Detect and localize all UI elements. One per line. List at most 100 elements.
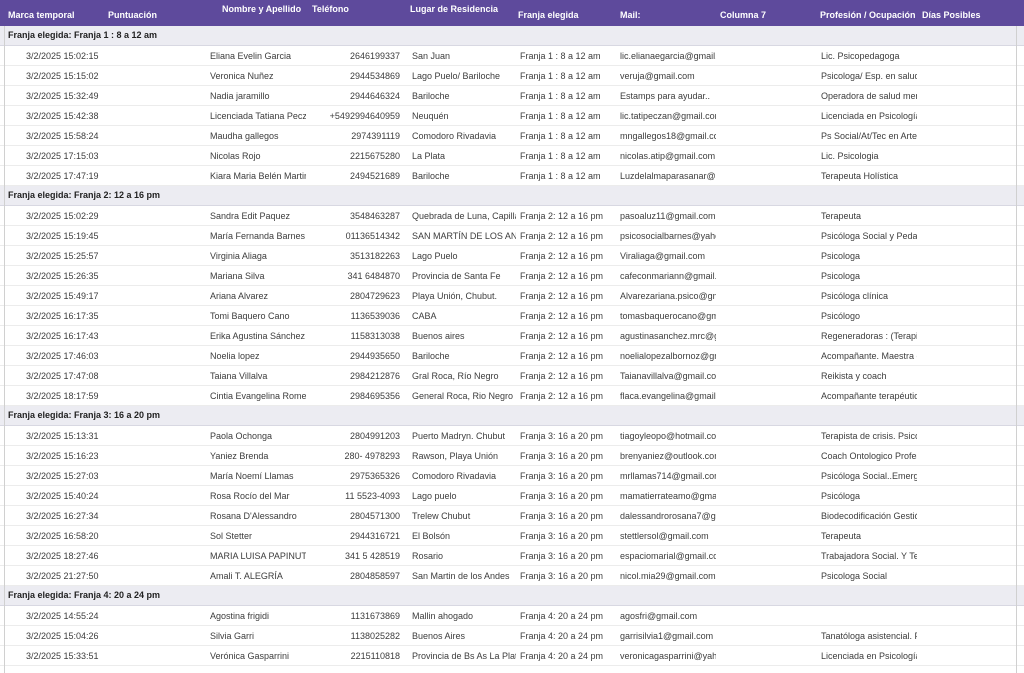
- cell-mail[interactable]: nicolas.atip@gmail.com: [620, 150, 716, 162]
- cell-name[interactable]: Amali T. ALEGRÍA: [210, 570, 306, 582]
- cell-franja[interactable]: Franja 3: 16 a 20 pm: [520, 470, 616, 482]
- cell-prof[interactable]: Psicologa: [821, 250, 917, 262]
- cell-phone[interactable]: +5492994640959: [308, 110, 400, 122]
- cell-place[interactable]: Lago puelo: [412, 490, 516, 502]
- cell-franja[interactable]: Franja 2: 12 a 16 pm: [520, 290, 616, 302]
- cell-mail[interactable]: flaca.evangelina@gmail.c: [620, 390, 716, 402]
- cell-mail[interactable]: agustinasanchez.mrc@g: [620, 330, 716, 342]
- cell-mail[interactable]: Viraliaga@gmail.com: [620, 250, 716, 262]
- cell-ts[interactable]: 3/2/2025 17:47:08: [26, 370, 186, 382]
- cell-mail[interactable]: garrisilvia1@gmail.com: [620, 630, 716, 642]
- cell-mail[interactable]: veruja@gmail.com: [620, 70, 716, 82]
- group-header[interactable]: Franja elegida: Franja 2: 12 a 16 pm: [0, 186, 1024, 206]
- cell-phone[interactable]: 2646199337: [308, 50, 400, 62]
- cell-prof[interactable]: Acompañante terapéutic: [821, 390, 917, 402]
- cell-place[interactable]: Trelew Chubut: [412, 510, 516, 522]
- cell-prof[interactable]: Lic. Psicologia: [821, 150, 917, 162]
- cell-prof[interactable]: Terapeuta: [821, 530, 917, 542]
- cell-ts[interactable]: 3/2/2025 21:27:50: [26, 570, 186, 582]
- cell-name[interactable]: Maudha gallegos: [210, 130, 306, 142]
- cell-phone[interactable]: 341 6484870: [308, 270, 400, 282]
- cell-ts[interactable]: 3/2/2025 18:17:59: [26, 390, 186, 402]
- cell-name[interactable]: Tomi Baquero Cano: [210, 310, 306, 322]
- cell-ts[interactable]: 3/2/2025 15:25:57: [26, 250, 186, 262]
- table-row[interactable]: 3/2/2025 16:17:43 Erika Agustina Sánchez 1…: [0, 326, 1024, 346]
- cell-place[interactable]: SAN MARTÍN DE LOS ANDE: [412, 230, 516, 242]
- cell-name[interactable]: Sandra Edit Paquez: [210, 210, 306, 222]
- cell-mail[interactable]: pasoaluz11@gmail.com: [620, 210, 716, 222]
- table-row[interactable]: 3/2/2025 15:33:51 Verónica Gasparrini 2215…: [0, 646, 1024, 666]
- header-mail[interactable]: Mail:: [620, 9, 641, 22]
- header-franja[interactable]: Franja elegida: [518, 9, 579, 22]
- cell-prof[interactable]: Coach Ontologico Profes: [821, 450, 917, 462]
- cell-place[interactable]: Bariloche: [412, 350, 516, 362]
- cell-prof[interactable]: Trabajadora Social. Y Ter: [821, 550, 917, 562]
- cell-franja[interactable]: Franja 2: 12 a 16 pm: [520, 370, 616, 382]
- cell-phone[interactable]: 1138025282: [308, 630, 400, 642]
- cell-mail[interactable]: stettlersol@gmail.com: [620, 530, 716, 542]
- cell-phone[interactable]: 2215110818: [308, 650, 400, 662]
- cell-franja[interactable]: Franja 2: 12 a 16 pm: [520, 250, 616, 262]
- cell-prof[interactable]: Psicóloga Social y Pedag: [821, 230, 917, 242]
- cell-franja[interactable]: Franja 3: 16 a 20 pm: [520, 490, 616, 502]
- cell-franja[interactable]: Franja 3: 16 a 20 pm: [520, 430, 616, 442]
- header-profesion[interactable]: Profesión / Ocupación: [820, 9, 916, 22]
- table-row[interactable]: 3/2/2025 15:02:15 Eliana Evelin Garcia 264…: [0, 46, 1024, 66]
- cell-place[interactable]: Lago Puelo: [412, 250, 516, 262]
- cell-ts[interactable]: 3/2/2025 15:32:49: [26, 90, 186, 102]
- table-row[interactable]: 3/2/2025 15:15:02 Veronica Nuñez 294453486…: [0, 66, 1024, 86]
- cell-phone[interactable]: 1131673869: [308, 610, 400, 622]
- cell-place[interactable]: San Martin de los Andes: [412, 570, 516, 582]
- table-row[interactable]: 3/2/2025 17:47:08 Taiana Villalva 29842128…: [0, 366, 1024, 386]
- header-nombre[interactable]: Nombre y Apellido: [222, 3, 301, 16]
- cell-place[interactable]: Comodoro Rivadavia: [412, 130, 516, 142]
- table-row[interactable]: 3/2/2025 15:32:49 Nadia jaramillo 29446463…: [0, 86, 1024, 106]
- cell-name[interactable]: Virginia Aliaga: [210, 250, 306, 262]
- cell-mail[interactable]: Estamps para ayudar..: [620, 90, 716, 102]
- cell-phone[interactable]: 3548463287: [308, 210, 400, 222]
- cell-franja[interactable]: Franja 1 : 8 a 12 am: [520, 130, 616, 142]
- table-row[interactable]: 3/2/2025 16:58:20 Sol Stetter 2944316721 El…: [0, 526, 1024, 546]
- table-row[interactable]: 3/2/2025 15:13:31 Paola Ochonga 2804991203…: [0, 426, 1024, 446]
- cell-franja[interactable]: Franja 3: 16 a 20 pm: [520, 450, 616, 462]
- cell-ts[interactable]: 3/2/2025 17:46:03: [26, 350, 186, 362]
- cell-place[interactable]: Bariloche: [412, 90, 516, 102]
- cell-phone[interactable]: 1136539036: [308, 310, 400, 322]
- cell-name[interactable]: Eliana Evelin Garcia: [210, 50, 306, 62]
- cell-ts[interactable]: 3/2/2025 15:15:02: [26, 70, 186, 82]
- header-dias-posibles[interactable]: Días Posibles: [922, 9, 981, 22]
- cell-mail[interactable]: mrllamas714@gmail.cor: [620, 470, 716, 482]
- cell-mail[interactable]: psicosocialbarnes@yahc: [620, 230, 716, 242]
- cell-name[interactable]: Paola Ochonga: [210, 430, 306, 442]
- cell-mail[interactable]: espaciomarial@gmail.co: [620, 550, 716, 562]
- table-row[interactable]: 3/2/2025 18:27:46 MARIA LUISA PAPINUTTI 34…: [0, 546, 1024, 566]
- cell-phone[interactable]: 2974391119: [308, 130, 400, 142]
- cell-franja[interactable]: Franja 2: 12 a 16 pm: [520, 270, 616, 282]
- cell-phone[interactable]: 2944646324: [308, 90, 400, 102]
- cell-ts[interactable]: 3/2/2025 15:04:26: [26, 630, 186, 642]
- cell-phone[interactable]: 341 5 428519: [308, 550, 400, 562]
- cell-place[interactable]: La Plata: [412, 150, 516, 162]
- cell-name[interactable]: Sol Stetter: [210, 530, 306, 542]
- cell-prof[interactable]: Psicólogo: [821, 310, 917, 322]
- cell-place[interactable]: Bariloche: [412, 170, 516, 182]
- cell-ts[interactable]: 3/2/2025 16:58:20: [26, 530, 186, 542]
- cell-name[interactable]: Erika Agustina Sánchez: [210, 330, 306, 342]
- cell-mail[interactable]: lic.tatipeczan@gmail.com: [620, 110, 716, 122]
- cell-name[interactable]: Veronica Nuñez: [210, 70, 306, 82]
- cell-name[interactable]: Agostina frigidi: [210, 610, 306, 622]
- cell-prof[interactable]: Psicologa/ Esp. en salud: [821, 70, 917, 82]
- cell-franja[interactable]: Franja 3: 16 a 20 pm: [520, 510, 616, 522]
- cell-ts[interactable]: 3/2/2025 15:42:38: [26, 110, 186, 122]
- cell-franja[interactable]: Franja 4: 20 a 24 pm: [520, 610, 616, 622]
- cell-mail[interactable]: tomasbaquerocano@gm: [620, 310, 716, 322]
- cell-prof[interactable]: Acompañante. Maestra c: [821, 350, 917, 362]
- cell-name[interactable]: Nadia jaramillo: [210, 90, 306, 102]
- table-row[interactable]: 3/2/2025 16:27:34 Rosana D'Alessandro 2804…: [0, 506, 1024, 526]
- cell-phone[interactable]: 2804991203: [308, 430, 400, 442]
- cell-prof[interactable]: Ps Social/At/Tec en Arte: [821, 130, 917, 142]
- cell-ts[interactable]: 3/2/2025 15:02:29: [26, 210, 186, 222]
- cell-franja[interactable]: Franja 4: 20 a 24 pm: [520, 650, 616, 662]
- cell-phone[interactable]: 2984695356: [308, 390, 400, 402]
- cell-place[interactable]: Provincia de Bs As La Plata: [412, 650, 516, 662]
